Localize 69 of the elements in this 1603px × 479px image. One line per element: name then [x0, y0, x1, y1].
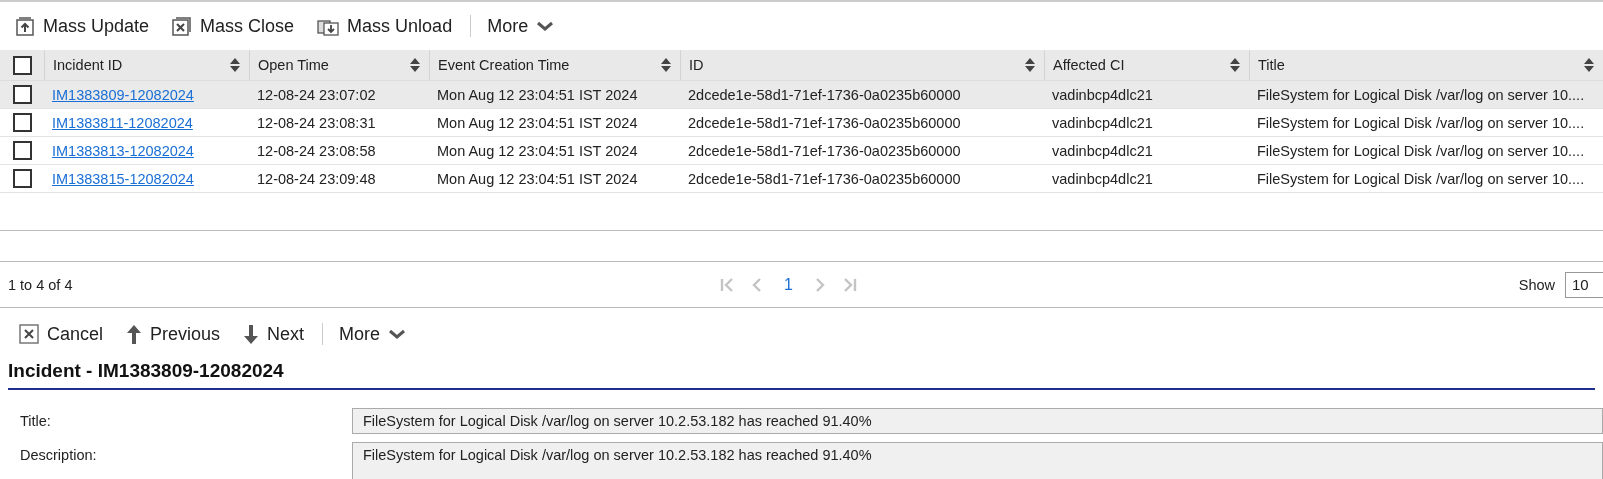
table-cell: Mon Aug 12 23:04:51 IST 2024	[437, 142, 638, 159]
table-cell: FileSystem for Logical Disk /var/log on server 10....	[1257, 170, 1585, 187]
table-cell: Mon Aug 12 23:04:51 IST 2024	[437, 86, 638, 103]
sort-icon	[660, 57, 672, 73]
table-cell: FileSystem for Logical Disk /var/log on server 10....	[1257, 114, 1585, 131]
checkbox[interactable]	[12, 169, 32, 188]
field-label: Description:	[20, 446, 98, 463]
more-menu-button[interactable]: More	[483, 11, 566, 41]
caret-icon	[387, 328, 408, 340]
column-header[interactable]: Event Creation Time	[438, 57, 570, 73]
sort-icon	[409, 57, 421, 73]
checkbox[interactable]	[12, 55, 32, 75]
toolbar-button[interactable]: Cancel	[14, 319, 114, 349]
toolbar-button[interactable]: Next	[238, 319, 315, 349]
table-cell: 2dcede1e-58d1-71ef-1736-0a0235b60000	[688, 114, 961, 131]
table-cell: Mon Aug 12 23:04:51 IST 2024	[437, 114, 638, 131]
table-row[interactable]: IM1383815-12082024 12-08-24 23:09:48 Mon Aug 12 23:04:51 IST 2024 2dcede1e-58d1-71ef-1736-0a0235b60000 vadinbcp4dlc21 FileSystem for Logical Disk /var/log on server 10....	[0, 165, 1603, 193]
sort-icon	[1229, 57, 1241, 73]
table-cell: 12-08-24 23:08:58	[257, 142, 376, 159]
close-icon	[18, 323, 40, 345]
title-field[interactable]: FileSystem for Logical Disk /var/log on server 10.2.53.182 has reached 91.40%	[352, 408, 1603, 434]
more-menu-button[interactable]: More	[335, 319, 418, 349]
description-field[interactable]: FileSystem for Logical Disk /var/log on server 10.2.53.182 has reached 91.40%	[352, 442, 1603, 479]
toolbar-button[interactable]: Mass Unload	[312, 11, 463, 41]
table-cell: vadinbcp4dlc21	[1052, 170, 1153, 187]
column-header[interactable]: Open Time	[258, 57, 329, 73]
page-number[interactable]: 1	[778, 275, 799, 294]
table-cell: 12-08-24 23:09:48	[257, 170, 376, 187]
sort-icon	[229, 57, 241, 73]
table-cell: 12-08-24 23:08:31	[257, 114, 376, 131]
incident-heading: Incident - IM1383809-12082024	[8, 360, 1595, 390]
toolbar-button[interactable]: Mass Update	[10, 11, 160, 41]
record-count: 1 to 4 of 4	[8, 276, 73, 293]
table-cell: vadinbcp4dlc21	[1052, 114, 1153, 131]
table-cell: 2dcede1e-58d1-71ef-1736-0a0235b60000	[688, 170, 961, 187]
caret-icon	[535, 20, 556, 32]
upload-icon	[14, 15, 36, 37]
table-cell: vadinbcp4dlc21	[1052, 86, 1153, 103]
table-row[interactable]: IM1383813-12082024 12-08-24 23:08:58 Mon Aug 12 23:04:51 IST 2024 2dcede1e-58d1-71ef-1736-0a0235b60000 vadinbcp4dlc21 FileSystem for Logical Disk /var/log on server 10....	[0, 137, 1603, 165]
show-label: Show	[1518, 276, 1555, 293]
incident-link[interactable]: IM1383813-12082024	[52, 142, 194, 159]
checkbox[interactable]	[12, 113, 32, 132]
toolbar-button[interactable]: Previous	[121, 319, 231, 349]
column-header[interactable]: Incident ID	[53, 57, 123, 73]
field-label: Title:	[20, 412, 52, 429]
column-header[interactable]: ID	[689, 57, 704, 73]
arrow-down-icon	[242, 323, 261, 345]
checkbox[interactable]	[12, 141, 32, 160]
table-cell: 2dcede1e-58d1-71ef-1736-0a0235b60000	[688, 86, 961, 103]
table-cell: 2dcede1e-58d1-71ef-1736-0a0235b60000	[688, 142, 961, 159]
toolbar-button[interactable]: Mass Close	[167, 11, 305, 41]
table-cell: 12-08-24 23:07:02	[257, 86, 376, 103]
column-header[interactable]: Title	[1258, 57, 1285, 73]
column-header[interactable]: Affected CI	[1053, 57, 1125, 73]
table-cell: FileSystem for Logical Disk /var/log on server 10....	[1257, 86, 1585, 103]
page-size-field[interactable]: 10	[1565, 271, 1603, 298]
table-cell: Mon Aug 12 23:04:51 IST 2024	[437, 170, 638, 187]
arrow-up-icon	[125, 323, 144, 345]
incident-link[interactable]: IM1383811-12082024	[52, 114, 193, 131]
table-cell: vadinbcp4dlc21	[1052, 142, 1153, 159]
sort-icon	[1024, 57, 1036, 73]
sort-icon	[1583, 57, 1595, 73]
close-icon	[171, 15, 194, 37]
table-cell: FileSystem for Logical Disk /var/log on server 10....	[1257, 142, 1585, 159]
checkbox[interactable]	[12, 85, 32, 104]
incident-link[interactable]: IM1383815-12082024	[52, 170, 194, 187]
table-row[interactable]: IM1383809-12082024 12-08-24 23:07:02 Mon Aug 12 23:04:51 IST 2024 2dcede1e-58d1-71ef-1736-0a0235b60000 vadinbcp4dlc21 FileSystem for Logical Disk /var/log on server 10....	[0, 81, 1603, 109]
table-row[interactable]: IM1383811-12082024 12-08-24 23:08:31 Mon Aug 12 23:04:51 IST 2024 2dcede1e-58d1-71ef-1736-0a0235b60000 vadinbcp4dlc21 FileSystem for Logical Disk /var/log on server 10....	[0, 109, 1603, 137]
incident-link[interactable]: IM1383809-12082024	[52, 86, 194, 103]
